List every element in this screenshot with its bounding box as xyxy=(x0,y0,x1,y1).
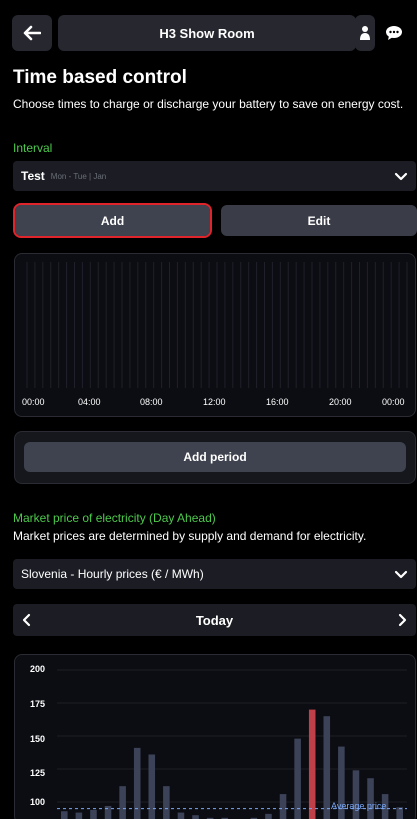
average-price-label: Average price xyxy=(331,801,387,811)
y-tick-label: 125 xyxy=(30,768,46,778)
day-label: Today xyxy=(195,612,234,628)
timeline-label: 08:00 xyxy=(140,397,163,407)
section-heading: Time based control xyxy=(13,67,187,88)
price-bar[interactable] xyxy=(177,812,185,819)
add-button[interactable]: Add xyxy=(13,203,212,238)
arrow-left-icon xyxy=(23,25,41,41)
chevron-left-icon[interactable] xyxy=(21,613,33,627)
page-title: H3 Show Room xyxy=(58,15,356,51)
user-button[interactable] xyxy=(355,15,375,51)
back-button[interactable] xyxy=(12,15,52,51)
timeline-label: 12:00 xyxy=(203,397,226,407)
timeline-label: 20:00 xyxy=(329,397,352,407)
timeline-label: 00:00 xyxy=(382,397,405,407)
chevron-down-icon xyxy=(394,172,408,181)
chevron-right-icon[interactable] xyxy=(396,613,408,627)
price-bar[interactable] xyxy=(308,709,316,819)
user-icon xyxy=(360,26,370,40)
timeline-grid xyxy=(26,262,408,388)
edit-button[interactable]: Edit xyxy=(221,205,417,236)
price-chart xyxy=(57,669,407,819)
price-bar[interactable] xyxy=(294,738,301,819)
price-bar[interactable] xyxy=(104,805,112,819)
timeline-label: 00:00 xyxy=(22,397,45,407)
chat-button[interactable] xyxy=(378,15,410,51)
market-title: Market price of electricity (Day Ahead) xyxy=(13,511,216,525)
y-tick-label: 175 xyxy=(30,699,46,709)
interval-select[interactable]: Test Mon - Tue | Jan xyxy=(13,161,416,191)
price-bar[interactable] xyxy=(192,815,199,819)
timeline-label: 16:00 xyxy=(266,397,289,407)
price-bar[interactable] xyxy=(367,778,374,819)
y-tick-label: 200 xyxy=(30,664,46,674)
chat-icon xyxy=(386,26,402,40)
day-navigator: Today xyxy=(13,604,416,636)
region-selected: Slovenia - Hourly prices (€ / MWh) xyxy=(21,567,204,581)
interval-label: Interval xyxy=(13,141,53,155)
price-bar[interactable] xyxy=(61,811,68,819)
price-bar[interactable] xyxy=(119,786,126,819)
market-description: Market prices are determined by supply a… xyxy=(13,529,367,543)
add-period-button[interactable]: Add period xyxy=(24,442,406,472)
chevron-down-icon xyxy=(394,570,408,579)
price-bar[interactable] xyxy=(163,786,170,819)
price-bar[interactable] xyxy=(90,809,97,819)
section-description: Choose times to charge or discharge your… xyxy=(13,97,404,111)
y-tick-label: 150 xyxy=(30,734,46,744)
region-select[interactable]: Slovenia - Hourly prices (€ / MWh) xyxy=(13,559,416,589)
interval-detail: Mon - Tue | Jan xyxy=(50,171,107,181)
timeline-panel xyxy=(14,253,416,417)
price-chart-panel xyxy=(14,654,416,819)
timeline-label: 04:00 xyxy=(78,397,101,407)
y-tick-label: 100 xyxy=(30,797,46,807)
price-bar[interactable] xyxy=(148,754,156,819)
price-bar[interactable] xyxy=(279,794,287,819)
price-bar[interactable] xyxy=(265,813,272,819)
price-bar[interactable] xyxy=(75,812,83,819)
price-bar[interactable] xyxy=(323,716,331,819)
interval-name: Test xyxy=(21,169,45,183)
top-bar: H3 Show Room xyxy=(0,0,417,70)
price-bar[interactable] xyxy=(352,770,360,819)
